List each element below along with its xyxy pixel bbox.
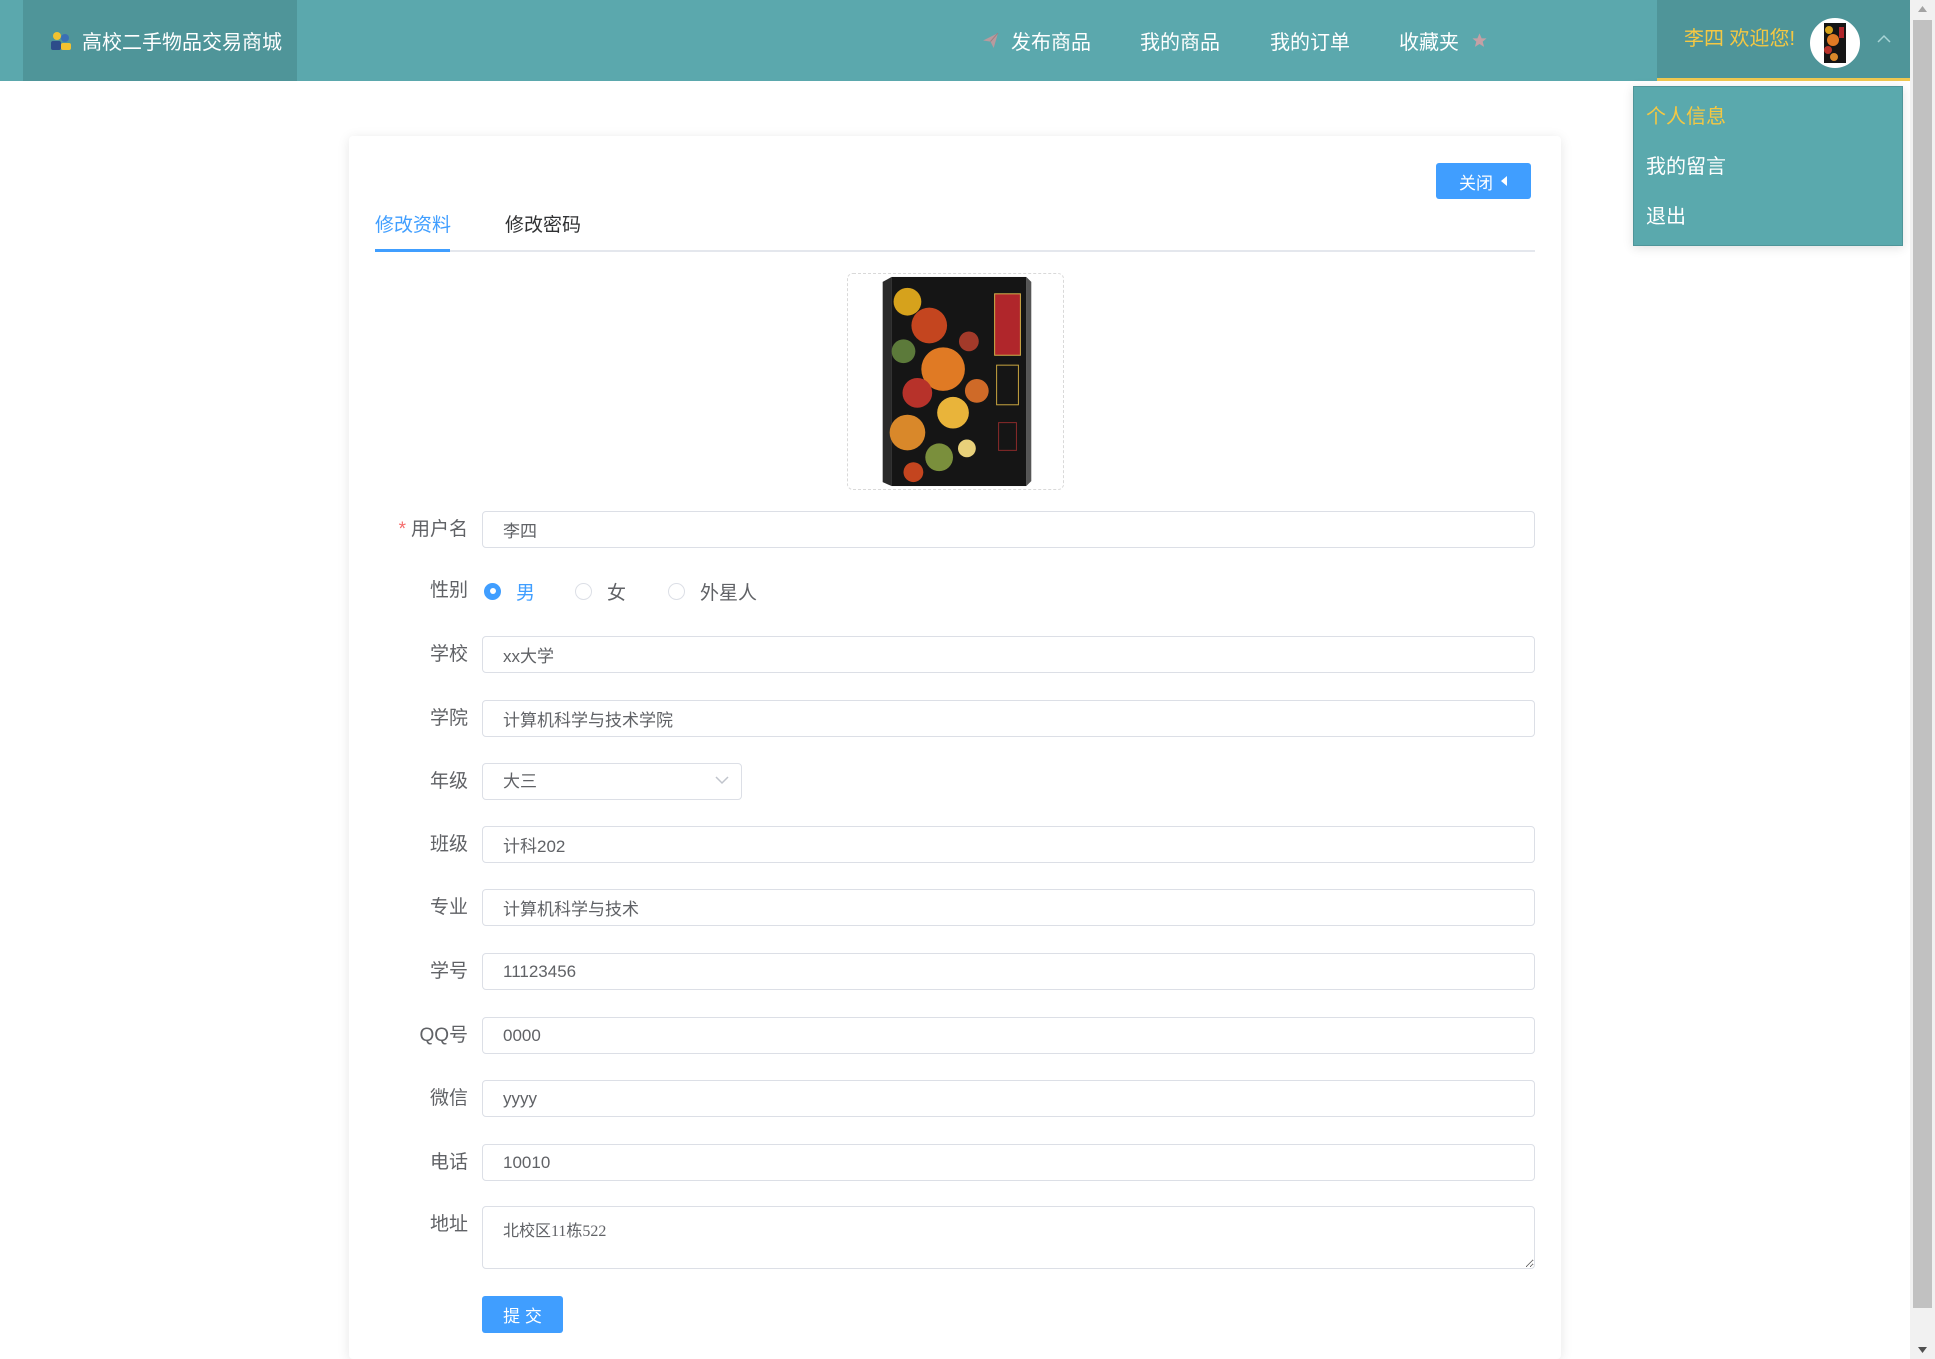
people-logo-icon: [49, 29, 73, 53]
radio-label: 女: [607, 582, 627, 604]
menu-item-logout[interactable]: 退出: [1646, 192, 1686, 242]
chevron-up-icon: [1877, 34, 1891, 44]
nav-my-goods[interactable]: 我的商品: [1140, 0, 1220, 81]
page-scrollbar[interactable]: [1910, 0, 1935, 1359]
form-item-wechat: 微信: [349, 1080, 1535, 1117]
radio-label: 外星人: [700, 582, 758, 604]
major-label: 专业: [429, 897, 468, 918]
form-item-phone: 电话: [349, 1144, 1535, 1181]
nav-label: 收藏夹: [1399, 32, 1459, 54]
user-dropdown-menu: 个人信息 我的留言 退出: [1633, 86, 1903, 246]
wechat-label: 微信: [429, 1088, 468, 1109]
college-label: 学院: [429, 708, 468, 729]
address-label: 地址: [429, 1214, 468, 1235]
form-item-student-id: 学号: [349, 953, 1535, 990]
form-item-class: 班级: [349, 826, 1535, 863]
user-menu-trigger[interactable]: 李四 欢迎您!: [1657, 0, 1910, 81]
school-label: 学校: [429, 644, 468, 665]
gender-radio-male[interactable]: 男: [484, 580, 536, 604]
class-label: 班级: [429, 834, 468, 855]
college-input[interactable]: [482, 700, 1535, 737]
submit-button[interactable]: 提 交: [482, 1296, 563, 1333]
username-input[interactable]: [482, 511, 1535, 548]
form-item-college: 学院: [349, 700, 1535, 737]
active-tab-indicator: [375, 249, 450, 252]
gender-label: 性别: [429, 580, 468, 601]
gender-radio-alien[interactable]: 外星人: [668, 580, 758, 604]
nav-label: 我的商品: [1140, 32, 1220, 54]
student-id-input[interactable]: [482, 953, 1535, 990]
phone-label: 电话: [429, 1152, 468, 1173]
form-item-gender: 性别 男 女 外星人: [349, 580, 1535, 604]
menu-item-my-messages[interactable]: 我的留言: [1646, 142, 1726, 192]
avatar[interactable]: [1810, 18, 1860, 68]
grade-label: 年级: [429, 771, 468, 792]
radio-circle[interactable]: [575, 582, 592, 600]
grade-select[interactable]: 大三: [482, 763, 742, 800]
radio-circle[interactable]: [484, 582, 501, 600]
book-cover-image: [848, 274, 1063, 489]
scroll-down-arrow-icon[interactable]: [1910, 1341, 1935, 1359]
nav-label: 发布商品: [1011, 32, 1091, 54]
menu-item-profile[interactable]: 个人信息: [1646, 92, 1726, 142]
chevron-down-icon: [715, 776, 729, 785]
radio-label: 男: [516, 582, 536, 604]
form-item-address: 地址 北校区11栋522: [349, 1206, 1535, 1269]
nav-label: 我的订单: [1270, 32, 1350, 54]
scroll-up-arrow-icon[interactable]: [1910, 0, 1935, 18]
star-icon: [1471, 32, 1488, 49]
close-button[interactable]: 关闭: [1436, 163, 1531, 199]
phone-input[interactable]: [482, 1144, 1535, 1181]
radio-circle[interactable]: [668, 582, 685, 600]
send-icon: [982, 32, 999, 49]
school-input[interactable]: [482, 636, 1535, 673]
address-textarea[interactable]: 北校区11栋522: [482, 1206, 1535, 1269]
nav-publish-goods[interactable]: 发布商品: [982, 0, 1091, 81]
tab-edit-profile[interactable]: 修改资料: [375, 207, 451, 247]
close-button-label: 关闭: [1459, 173, 1493, 193]
student-id-label: 学号: [429, 961, 468, 982]
scrollbar-thumb[interactable]: [1913, 20, 1932, 1308]
form-item-major: 专业: [349, 889, 1535, 926]
grade-select-value: 大三: [503, 772, 537, 791]
avatar-uploader[interactable]: [847, 273, 1064, 490]
username-label-text: 用户名: [410, 519, 468, 540]
username-label: * 用户名: [349, 511, 468, 548]
tab-change-password[interactable]: 修改密码: [505, 207, 581, 247]
top-navbar: 高校二手物品交易商城 发布商品 我的商品 我的订单 收藏夹 李四 欢迎您!: [0, 0, 1910, 81]
class-input[interactable]: [482, 826, 1535, 863]
qq-label: QQ号: [419, 1025, 468, 1046]
welcome-text: 李四 欢迎您!: [1684, 28, 1796, 50]
tab-divider: [375, 250, 1535, 252]
form-item-qq: QQ号: [349, 1017, 1535, 1054]
wechat-input[interactable]: [482, 1080, 1535, 1117]
site-logo[interactable]: 高校二手物品交易商城: [23, 0, 297, 81]
nav-favorites[interactable]: 收藏夹: [1399, 0, 1488, 81]
nav-my-orders[interactable]: 我的订单: [1270, 0, 1350, 81]
required-mark: *: [398, 519, 406, 540]
form-item-school: 学校: [349, 636, 1535, 673]
form-item-username: * 用户名: [349, 511, 1535, 548]
major-input[interactable]: [482, 889, 1535, 926]
qq-input[interactable]: [482, 1017, 1535, 1054]
form-item-grade: 年级 大三: [349, 763, 1535, 800]
site-title: 高校二手物品交易商城: [82, 32, 282, 54]
caret-left-icon: [1501, 176, 1508, 186]
gender-radio-female[interactable]: 女: [575, 580, 627, 604]
